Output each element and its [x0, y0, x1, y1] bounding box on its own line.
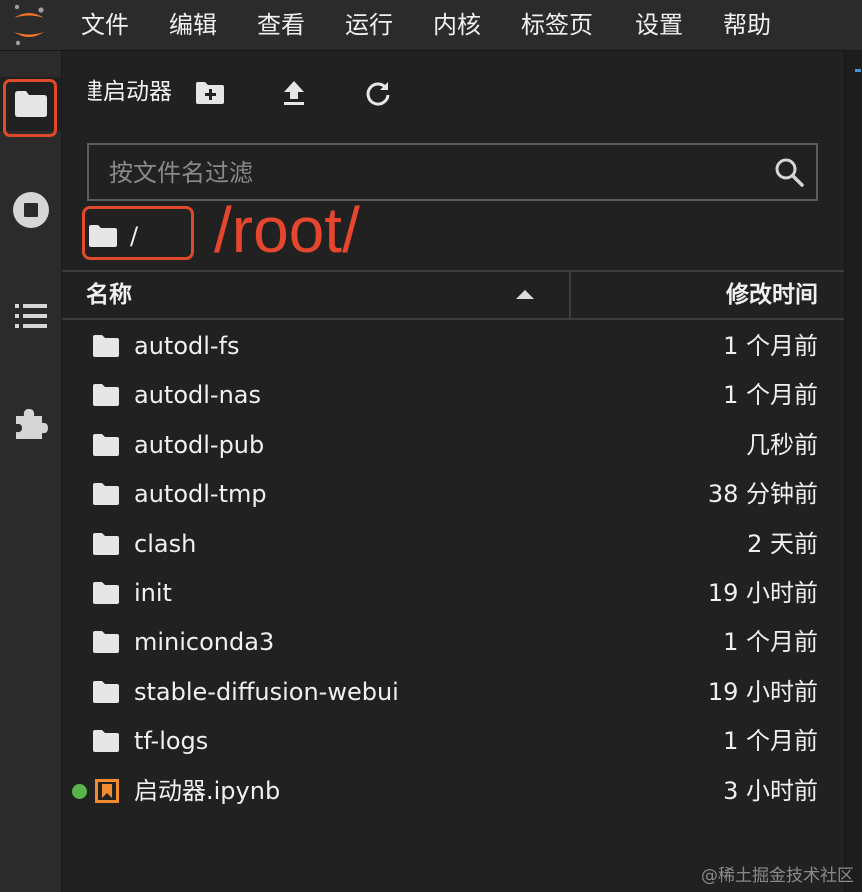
folder-icon	[93, 384, 119, 406]
menu-tabs[interactable]: 标签页	[521, 0, 593, 50]
file-list-item[interactable]: autodl-pub 几秒前	[62, 421, 844, 470]
sort-ascending-icon[interactable]	[516, 290, 534, 299]
table-of-contents-tab[interactable]	[0, 289, 61, 343]
folder-icon	[93, 730, 119, 752]
kernel-running-indicator	[72, 784, 87, 799]
column-divider[interactable]	[569, 272, 571, 318]
file-list-item[interactable]: stable-diffusion-webui 19 小时前	[62, 668, 844, 717]
menu-kernel[interactable]: 内核	[433, 0, 481, 50]
running-sessions-tab[interactable]	[0, 183, 61, 237]
new-launcher-button[interactable]: 新建启动器	[88, 72, 172, 112]
search-icon	[775, 158, 804, 187]
home-folder-icon[interactable]	[88, 224, 118, 248]
folder-icon	[93, 483, 119, 505]
file-name: miniconda3	[134, 628, 275, 656]
file-name: tf-logs	[134, 727, 209, 755]
folder-icon	[93, 631, 119, 653]
right-sidebar	[844, 51, 862, 892]
menu-file[interactable]: 文件	[81, 0, 129, 50]
file-modified-time: 19 小时前	[707, 579, 818, 607]
watermark: @稀土掘金技术社区	[701, 866, 854, 886]
file-list-item[interactable]: tf-logs 1 个月前	[62, 717, 844, 766]
notebook-icon	[95, 779, 119, 803]
menu-help[interactable]: 帮助	[723, 0, 771, 50]
jupyter-logo-icon[interactable]	[10, 4, 48, 46]
column-name-header[interactable]: 名称	[86, 272, 132, 318]
file-list-item[interactable]: autodl-fs 1 个月前	[62, 322, 844, 371]
file-modified-time: 1 个月前	[723, 332, 818, 360]
menu-edit[interactable]: 编辑	[169, 0, 217, 50]
menu-settings[interactable]: 设置	[635, 0, 683, 50]
file-list-item[interactable]: clash 2 天前	[62, 520, 844, 569]
file-name: clash	[134, 530, 197, 558]
breadcrumb-root[interactable]: /	[130, 222, 138, 250]
new-folder-icon	[196, 82, 224, 104]
file-name: stable-diffusion-webui	[134, 678, 399, 706]
file-name: autodl-nas	[134, 381, 261, 409]
menu-view[interactable]: 查看	[257, 0, 305, 50]
refresh-icon	[366, 82, 390, 106]
file-filter-box[interactable]	[87, 143, 818, 201]
filter-input[interactable]	[107, 153, 751, 193]
file-list-item[interactable]: miniconda3 1 个月前	[62, 618, 844, 667]
upload-button[interactable]	[277, 76, 311, 110]
file-modified-time: 1 个月前	[723, 628, 818, 656]
file-list-item[interactable]: init 19 小时前	[62, 569, 844, 618]
breadcrumb: /	[88, 214, 138, 258]
file-modified-time: 38 分钟前	[707, 480, 818, 508]
new-folder-button[interactable]	[193, 76, 227, 110]
refresh-button[interactable]	[361, 76, 395, 110]
file-list-item[interactable]: 启动器.ipynb 3 小时前	[62, 767, 844, 816]
folder-icon	[93, 533, 119, 555]
file-browser-tab[interactable]	[0, 77, 61, 131]
file-modified-time: 1 个月前	[723, 727, 818, 755]
file-name: autodl-tmp	[134, 480, 267, 508]
menu-bar: 文件 编辑 查看 运行 内核 标签页 设置 帮助	[0, 0, 862, 51]
folder-icon	[93, 681, 119, 703]
stop-circle-icon	[12, 192, 49, 228]
upload-icon	[284, 81, 304, 105]
extensions-tab[interactable]	[0, 395, 61, 449]
file-modified-time: 1 个月前	[723, 381, 818, 409]
column-modified-header[interactable]: 修改时间	[726, 272, 818, 318]
file-modified-time: 3 小时前	[723, 777, 818, 805]
list-icon	[14, 304, 47, 328]
menu-run[interactable]: 运行	[345, 0, 393, 50]
folder-icon	[93, 434, 119, 456]
activity-bar	[0, 51, 62, 892]
annotation-path-text: /root/	[214, 194, 360, 266]
folder-icon	[93, 335, 119, 357]
file-name: autodl-fs	[134, 332, 240, 360]
folder-icon	[14, 91, 47, 117]
file-list-item[interactable]: autodl-nas 1 个月前	[62, 371, 844, 420]
puzzle-icon	[15, 409, 48, 439]
file-list-item[interactable]: autodl-tmp 38 分钟前	[62, 470, 844, 519]
folder-icon	[93, 582, 119, 604]
file-list-header: 名称 修改时间	[62, 270, 844, 320]
file-name: init	[134, 579, 172, 607]
file-name: autodl-pub	[134, 431, 265, 459]
file-modified-time: 19 小时前	[707, 678, 818, 706]
file-modified-time: 几秒前	[746, 431, 818, 459]
file-modified-time: 2 天前	[747, 530, 818, 558]
file-name: 启动器.ipynb	[134, 777, 281, 805]
